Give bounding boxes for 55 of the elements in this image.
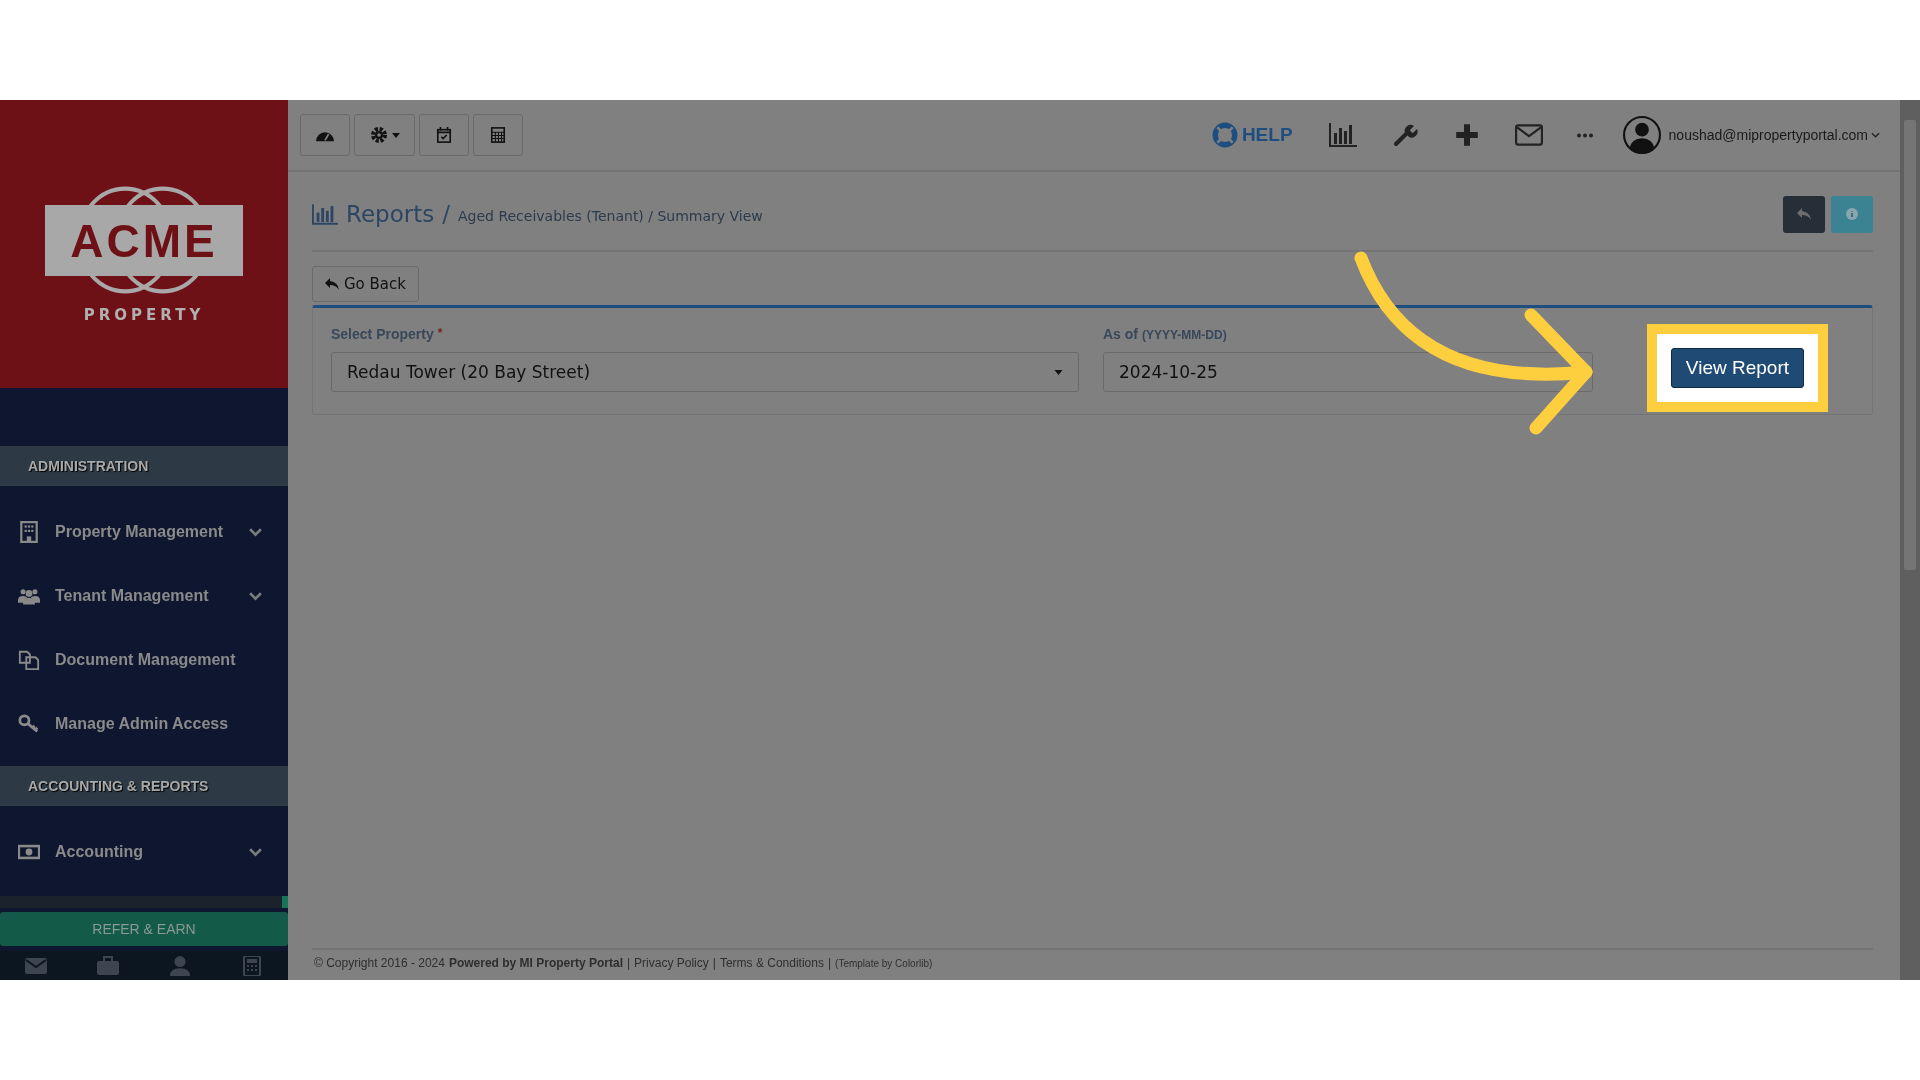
property-select[interactable]: Redau Tower (20 Bay Street) [331, 352, 1079, 392]
separator: | [712, 956, 716, 970]
back-button[interactable] [1783, 195, 1825, 233]
template-credit: (Template by Colorlib) [835, 957, 933, 969]
sidebar-item[interactable]: Manage Admin Access [55, 715, 262, 733]
user-menu[interactable]: noushad@mipropertyportal.com [1668, 127, 1868, 143]
required-mark: * [437, 326, 443, 340]
sidebar-item[interactable]: Accounting [55, 843, 249, 861]
chevron-down-icon [1871, 132, 1880, 138]
sidebar-item[interactable]: Document Management [55, 651, 262, 669]
calculator-icon [489, 127, 507, 143]
sidebar-item[interactable]: Tenant Management [55, 587, 249, 605]
sidebar-item[interactable]: Property Management [55, 523, 249, 541]
copyright-text: © Copyright 2016 - 2024 [314, 956, 445, 970]
powered-by-link[interactable]: Powered by MI Property Portal [448, 956, 623, 970]
caret-icon [1054, 369, 1063, 375]
settings-button[interactable] [354, 114, 415, 156]
more-icon[interactable] [1576, 132, 1593, 138]
section-header: ADMINISTRATION [0, 446, 288, 486]
calculator-button[interactable] [473, 114, 523, 156]
breadcrumb-separator: / [442, 201, 450, 227]
logo-tagline: PROPERTY [83, 306, 205, 324]
bar-chart-icon[interactable] [1328, 123, 1357, 147]
settings-icon [369, 127, 388, 143]
view-report-button[interactable]: View Report [1670, 348, 1804, 388]
avatar-icon[interactable] [1622, 116, 1661, 154]
separator: | [827, 956, 832, 970]
breadcrumb-path: Aged Receivables (Tenant) / Summary View [458, 207, 763, 224]
lifebuoy-icon [1211, 122, 1238, 148]
key-icon [18, 713, 40, 735]
reply-icon [1797, 208, 1811, 220]
reply-icon [325, 278, 339, 290]
page-title: Reports [346, 201, 435, 227]
scrollbar[interactable] [1900, 100, 1920, 980]
go-back-button[interactable]: Go Back [312, 266, 419, 302]
privacy-link[interactable]: Privacy Policy [634, 956, 709, 970]
info-icon [1845, 208, 1859, 220]
envelope-icon[interactable] [1514, 123, 1543, 147]
section-header: ACCOUNTING & REPORTS [0, 766, 288, 806]
field-label: As of [1103, 326, 1138, 342]
documents-icon [18, 649, 40, 671]
caret-icon [391, 132, 400, 138]
refer-button[interactable]: REFER & EARN [0, 912, 288, 946]
terms-link[interactable]: Terms & Conditions [719, 956, 824, 970]
separator: | [626, 956, 631, 970]
bar-chart-icon [312, 203, 338, 225]
calendar-check-icon [435, 127, 453, 143]
field-label: Select Property [331, 326, 434, 342]
format-hint: (YYYY-MM-DD) [1142, 327, 1227, 342]
dashboard-button[interactable] [300, 114, 350, 156]
date-field[interactable]: 2024-10-25 [1103, 352, 1593, 392]
scroll-marker [282, 896, 288, 908]
calendar-button[interactable] [419, 114, 469, 156]
building-icon [18, 521, 40, 543]
logo-name: ACME [45, 205, 243, 276]
